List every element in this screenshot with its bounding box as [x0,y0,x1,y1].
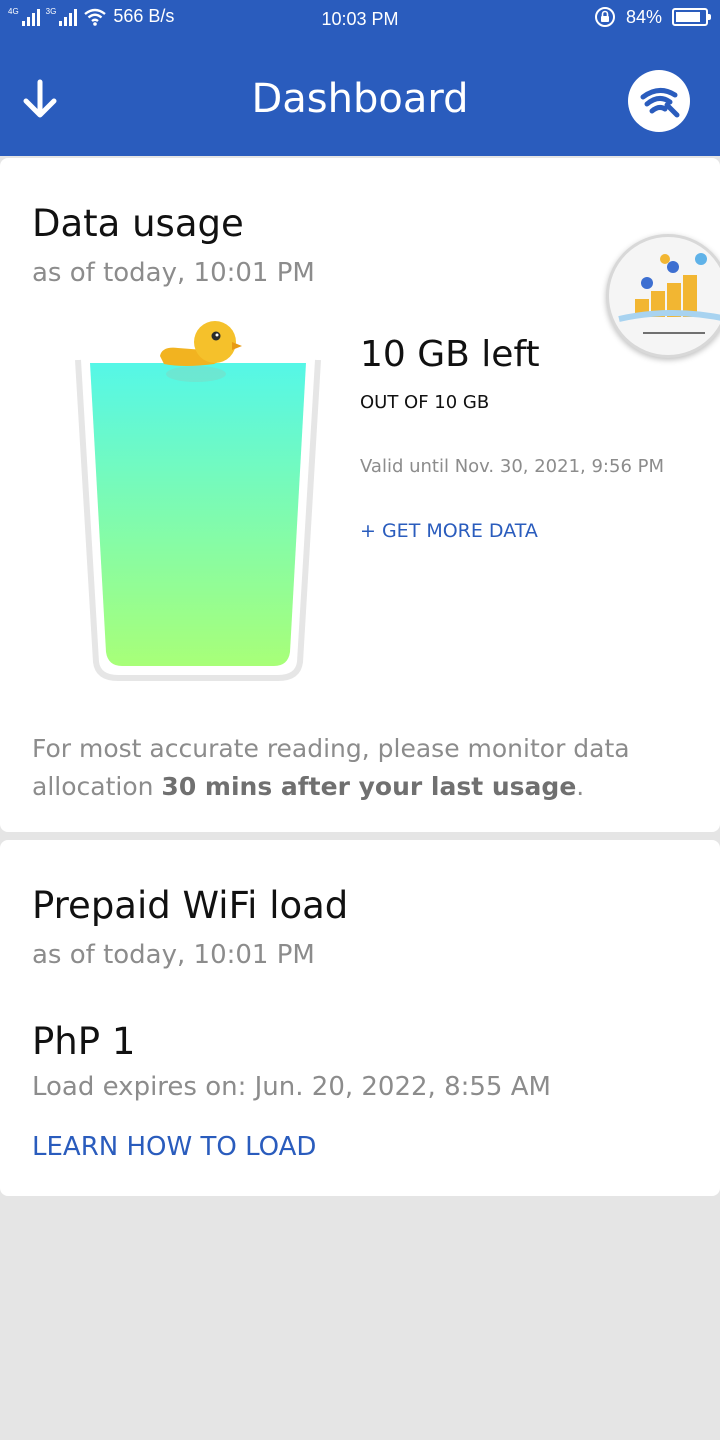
status-bar: 4G 3G 566 B/s 10:03 PM 84% [0,0,720,40]
rotation-lock-icon [594,7,615,27]
data-glass [74,318,322,682]
data-usage-title: Data usage [32,202,244,245]
data-validity: Valid until Nov. 30, 2021, 9:56 PM [360,456,664,477]
promo-avatar[interactable] [606,234,720,358]
data-usage-card: Data usage as of today, 10:01 PM 10 GB l… [0,158,720,832]
prepaid-load-card: Prepaid WiFi load as of today, 10:01 PM … [0,840,720,1196]
battery-percent: 84% [625,6,662,27]
status-right: 84% [594,6,711,28]
battery-icon [672,8,711,26]
get-more-data-link[interactable]: + GET MORE DATA [360,520,538,542]
app-bar: Dashboard [0,40,720,156]
rubber-duck-icon [160,321,242,366]
wifi-logo-button[interactable] [628,70,690,132]
promo-illustration-icon [618,253,720,334]
load-balance: PhP 1 [32,1020,136,1063]
data-total: OUT OF 10 GB [360,392,490,413]
usage-note-end: . [576,772,585,801]
usage-note: For most accurate reading, please monito… [32,730,692,806]
prepaid-timestamp: as of today, 10:01 PM [32,940,315,970]
prepaid-title: Prepaid WiFi load [32,884,349,927]
page-title: Dashboard [251,76,469,122]
learn-how-to-load-link[interactable]: LEARN HOW TO LOAD [32,1132,316,1162]
wifi-logo-icon [640,88,680,118]
data-usage-timestamp: as of today, 10:01 PM [32,258,315,288]
load-expiry: Load expires on: Jun. 20, 2022, 8:55 AM [32,1072,551,1102]
data-remaining: 10 GB left [360,334,540,375]
glass-illustration [75,321,321,681]
usage-note-emphasis: 30 mins after your last usage [161,772,577,801]
